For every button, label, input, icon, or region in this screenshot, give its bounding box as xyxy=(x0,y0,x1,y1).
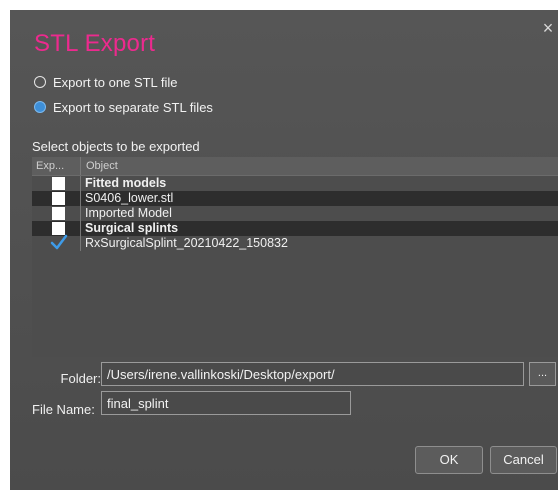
radio-button-separate-files[interactable] xyxy=(34,101,46,113)
radio-label-separate-files: Export to separate STL files xyxy=(53,99,213,115)
radio-export-one-file[interactable]: Export to one STL file xyxy=(34,73,178,91)
column-header-object[interactable]: Object xyxy=(86,160,118,172)
folder-label: Folder: xyxy=(60,371,101,386)
checkmark-icon xyxy=(50,234,68,250)
radio-label-one-file: Export to one STL file xyxy=(53,74,178,90)
ok-button[interactable]: OK xyxy=(415,446,483,474)
folder-path-input[interactable] xyxy=(101,362,524,386)
table-row[interactable]: Imported Model xyxy=(32,206,558,221)
object-label: Fitted models xyxy=(80,176,166,191)
export-checkbox[interactable] xyxy=(52,207,65,220)
table-row-surgical-splints[interactable]: Surgical splints xyxy=(32,221,558,236)
objects-table: Exp... Object Fitted models S0406_lower.… xyxy=(32,157,558,357)
dialog-title: STL Export xyxy=(34,30,156,57)
table-header: Exp... Object xyxy=(32,157,558,176)
table-row-fitted-models[interactable]: Fitted models xyxy=(32,176,558,191)
object-label: RxSurgicalSplint_20210422_150832 xyxy=(80,236,288,251)
export-checkbox[interactable] xyxy=(52,177,65,190)
file-name-input[interactable] xyxy=(101,391,351,415)
browse-folder-button[interactable]: ... xyxy=(529,362,556,386)
table-row[interactable]: S0406_lower.stl xyxy=(32,191,558,206)
radio-button-one-file[interactable] xyxy=(34,76,46,88)
column-divider xyxy=(80,157,81,175)
file-name-label: File Name: xyxy=(32,402,95,417)
export-checkbox-checked[interactable] xyxy=(50,234,68,250)
export-checkbox[interactable] xyxy=(52,192,65,205)
cancel-button[interactable]: Cancel xyxy=(490,446,557,474)
stl-export-dialog: STL Export × Export to one STL file Expo… xyxy=(10,10,558,490)
radio-export-separate-files[interactable]: Export to separate STL files xyxy=(34,98,213,116)
close-icon[interactable]: × xyxy=(540,19,556,37)
column-header-export[interactable]: Exp... xyxy=(36,160,74,172)
object-label: Imported Model xyxy=(80,206,172,221)
object-label: S0406_lower.stl xyxy=(80,191,173,206)
object-label: Surgical splints xyxy=(80,221,178,236)
table-row[interactable]: RxSurgicalSplint_20210422_150832 xyxy=(32,234,558,251)
objects-section-label: Select objects to be exported xyxy=(32,139,200,154)
